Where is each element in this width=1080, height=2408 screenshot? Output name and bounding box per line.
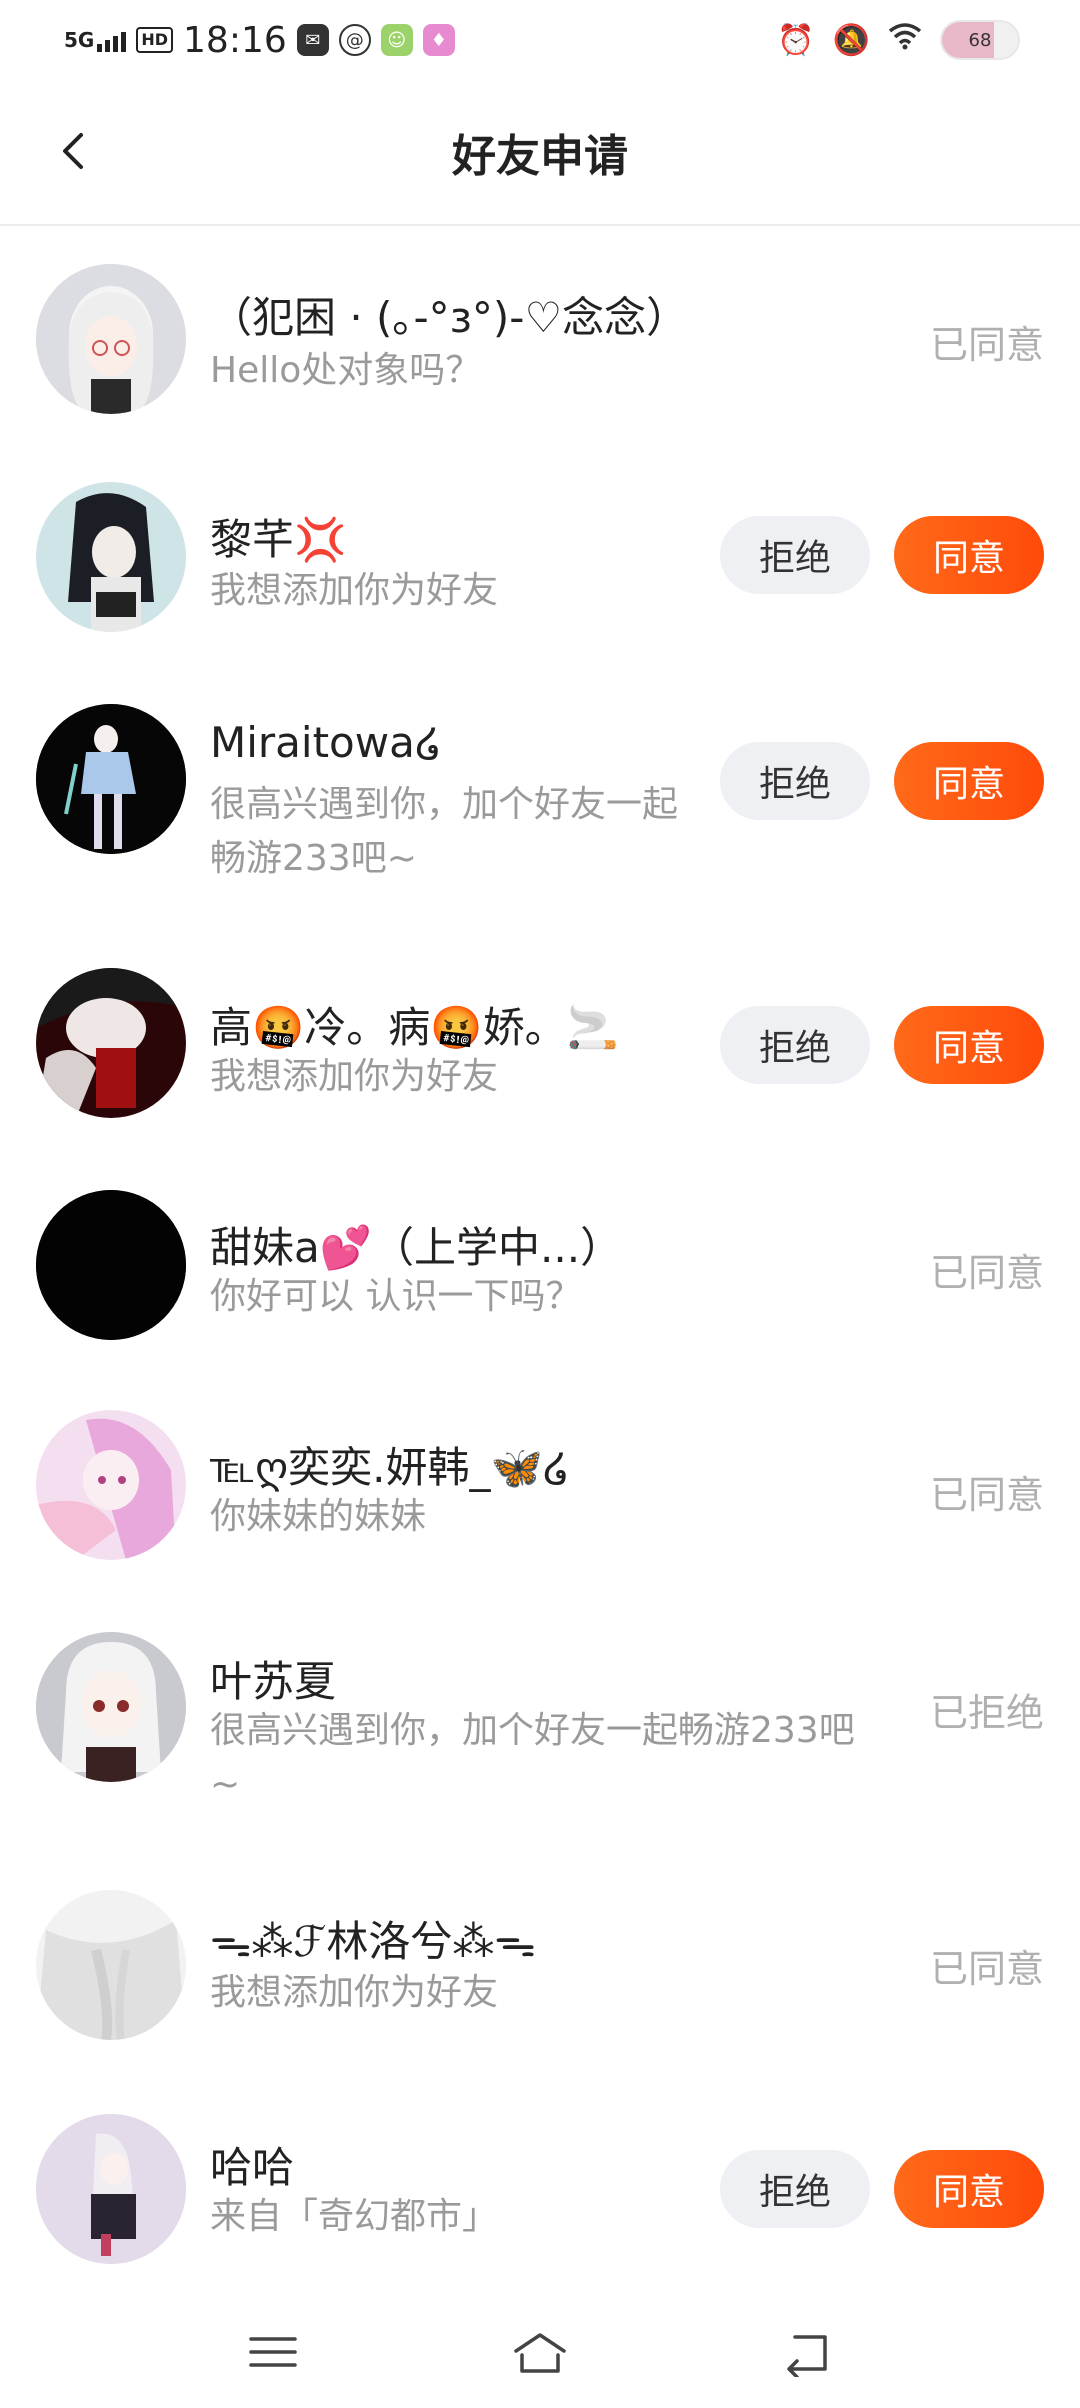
requester-name: 甜妹a💕（上学中...） bbox=[210, 1223, 623, 1272]
mute-icon: 🔕 bbox=[832, 22, 870, 58]
battery-icon: 68 bbox=[940, 20, 1020, 60]
list-item[interactable]: 甜妹a💕（上学中...） 你好可以 认识一下吗？ 已同意 bbox=[0, 1148, 1080, 1370]
reject-button[interactable]: 拒绝 bbox=[720, 2150, 870, 2228]
alarm-icon: ⏰ bbox=[777, 22, 815, 58]
accept-button[interactable]: 同意 bbox=[894, 2150, 1044, 2228]
request-message: 很高兴遇到你，加个好友一起畅游233吧~ bbox=[210, 784, 679, 879]
avatar[interactable] bbox=[36, 1190, 186, 1340]
request-message: 我想添加你为好友 bbox=[210, 1972, 499, 2013]
requester-name: 叶苏夏 bbox=[210, 1657, 337, 1706]
requester-name: ℡ღ奕奕.妍韩_🦋໒ bbox=[210, 1443, 570, 1492]
accept-button[interactable]: 同意 bbox=[894, 516, 1044, 594]
avatar[interactable] bbox=[36, 968, 186, 1118]
avatar[interactable] bbox=[36, 482, 186, 632]
list-item[interactable]: 黎芊💢 我想添加你为好友 拒绝 同意 bbox=[0, 446, 1080, 668]
nav-menu-button[interactable] bbox=[228, 2317, 318, 2387]
hd-badge: HD bbox=[136, 27, 174, 53]
list-item[interactable]: 高🤬冷。病🤬娇。🚬 我想添加你为好友 拒绝 同意 bbox=[0, 926, 1080, 1148]
menu-icon bbox=[249, 2337, 298, 2367]
home-icon bbox=[514, 2333, 566, 2373]
network-type: 5G bbox=[64, 28, 95, 52]
wifi-icon bbox=[888, 22, 922, 58]
avatar[interactable] bbox=[36, 264, 186, 414]
return-icon bbox=[786, 2335, 827, 2377]
clock: 18:16 bbox=[183, 19, 287, 61]
notification-mail-icon: ✉ bbox=[296, 24, 329, 56]
avatar[interactable] bbox=[36, 2114, 186, 2264]
page-title: 好友申请 bbox=[452, 131, 628, 182]
status-label: 已同意 bbox=[929, 1473, 1044, 1517]
chevron-left-icon bbox=[63, 133, 83, 169]
status-bar: 5G HD 18:16 ✉ @ ☺ ♦ ⏰ 🔕 68 bbox=[0, 0, 1080, 80]
request-message: 很高兴遇到你，加个好友一起畅游233吧~ bbox=[210, 1710, 855, 1805]
list-item[interactable]: 哈哈 来自「奇幻都市」 拒绝 同意 bbox=[0, 2072, 1080, 2294]
list-item[interactable]: Miraitowa໒ 很高兴遇到你，加个好友一起畅游233吧~ 拒绝 同意 bbox=[0, 668, 1080, 926]
back-button[interactable] bbox=[40, 116, 110, 186]
system-navigation-bar bbox=[0, 2296, 1080, 2408]
reject-button[interactable]: 拒绝 bbox=[720, 742, 870, 820]
list-item[interactable]: ℡ღ奕奕.妍韩_🦋໒ 你妹妹的妹妹 已同意 bbox=[0, 1370, 1080, 1592]
nav-home-button[interactable] bbox=[495, 2317, 585, 2387]
status-bar-left: 5G HD 18:16 ✉ @ ☺ ♦ bbox=[64, 20, 455, 61]
page-header: 好友申请 bbox=[0, 80, 1080, 226]
avatar[interactable] bbox=[36, 704, 186, 854]
list-item[interactable]: ᯓ⁂ℱ林洛兮⁂ᯓ 我想添加你为好友 已同意 bbox=[0, 1852, 1080, 2072]
requester-name: Miraitowa໒ bbox=[210, 718, 442, 767]
accept-button[interactable]: 同意 bbox=[894, 742, 1044, 820]
nav-back-button[interactable] bbox=[762, 2317, 852, 2387]
notification-game-icon: ♦ bbox=[422, 24, 455, 56]
accept-button[interactable]: 同意 bbox=[894, 1006, 1044, 1084]
requester-name: 黎芊💢 bbox=[210, 515, 347, 564]
requester-name: ᯓ⁂ℱ林洛兮⁂ᯓ bbox=[210, 1917, 536, 1966]
notification-at-icon: @ bbox=[338, 24, 371, 56]
reject-button[interactable]: 拒绝 bbox=[720, 1006, 870, 1084]
status-bar-right: ⏰ 🔕 68 bbox=[777, 20, 1020, 60]
requester-name: 高🤬冷。病🤬娇。🚬 bbox=[210, 1003, 619, 1052]
avatar[interactable] bbox=[36, 1410, 186, 1560]
status-label: 已同意 bbox=[929, 1251, 1044, 1295]
list-item[interactable]: 叶苏夏 很高兴遇到你，加个好友一起畅游233吧~ 已拒绝 bbox=[0, 1592, 1080, 1852]
list-item[interactable]: （犯困 · (｡-°з°)-♡念念） Hello处对象吗？ 已同意 bbox=[0, 226, 1080, 446]
avatar[interactable] bbox=[36, 1632, 186, 1782]
request-message: Hello处对象吗？ bbox=[210, 350, 482, 391]
signal-icon: 5G bbox=[64, 28, 127, 52]
request-message: 你好可以 认识一下吗？ bbox=[210, 1276, 582, 1317]
requester-name: （犯困 · (｡-°з°)-♡念念） bbox=[210, 293, 689, 342]
avatar[interactable] bbox=[36, 1890, 186, 2040]
requester-name: 哈哈 bbox=[210, 2143, 295, 2192]
status-label: 已同意 bbox=[929, 1947, 1044, 1991]
request-message: 你妹妹的妹妹 bbox=[210, 1496, 427, 1537]
battery-level: 68 bbox=[968, 29, 992, 51]
status-label: 已同意 bbox=[929, 323, 1044, 367]
status-label: 已拒绝 bbox=[929, 1691, 1044, 1735]
notification-app-icon: ☺ bbox=[380, 24, 413, 56]
reject-button[interactable]: 拒绝 bbox=[720, 516, 870, 594]
